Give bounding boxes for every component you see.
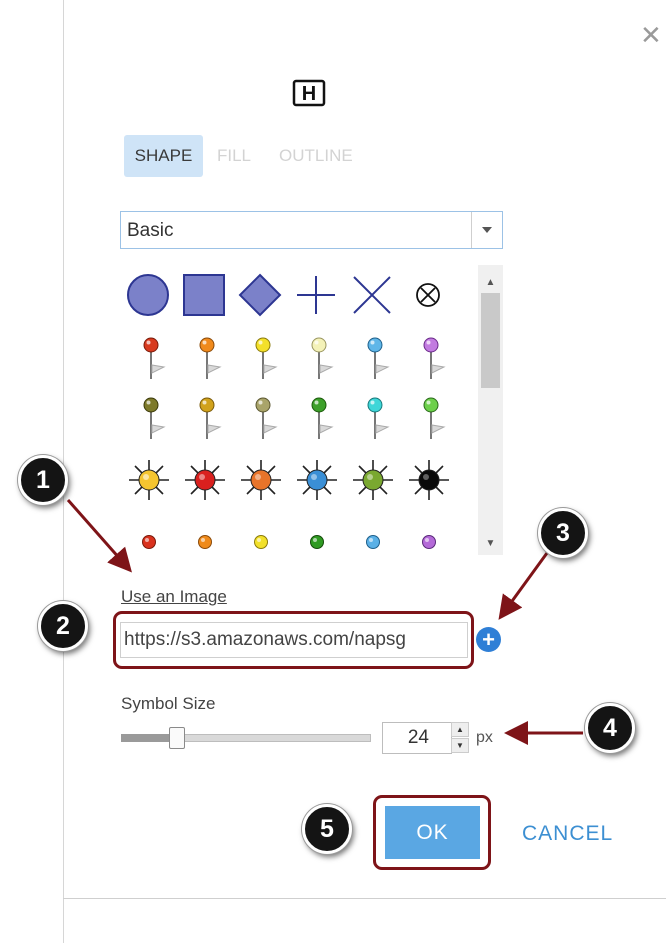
scroll-up-icon[interactable]: ▲	[478, 272, 503, 292]
callout-2: 2	[38, 601, 88, 651]
add-image-icon[interactable]: +	[476, 627, 501, 652]
spin-down-icon[interactable]: ▼	[451, 738, 469, 753]
orange-pushpin-symbol[interactable]	[182, 333, 232, 383]
size-number-input[interactable]	[382, 722, 452, 754]
tab-outline[interactable]: OUTLINE	[265, 135, 367, 177]
callout-1: 1	[18, 455, 68, 505]
red-pushpin-symbol[interactable]	[126, 333, 176, 383]
category-selected-value: Basic	[127, 220, 174, 241]
green-dot-symbol[interactable]	[292, 517, 342, 555]
light-yellow-pushpin-symbol[interactable]	[294, 333, 344, 383]
footer-divider	[63, 898, 666, 899]
size-unit-label: px	[476, 729, 493, 746]
square-symbol[interactable]	[179, 270, 229, 320]
circle-symbol[interactable]	[123, 270, 173, 320]
diamond-symbol[interactable]	[235, 270, 285, 320]
cyan-pushpin-symbol[interactable]	[350, 393, 400, 443]
image-url-input[interactable]	[120, 622, 468, 658]
green-pushpin-symbol[interactable]	[294, 393, 344, 443]
symbol-tabs: SHAPE FILL OUTLINE	[124, 135, 367, 177]
close-icon[interactable]: ✕	[640, 22, 662, 48]
blue-sun-symbol[interactable]	[292, 455, 342, 505]
yellow-dot-symbol[interactable]	[236, 517, 286, 555]
callout-4: 4	[585, 703, 635, 753]
callout-5: 5	[302, 804, 352, 854]
gold-pushpin-symbol[interactable]	[182, 393, 232, 443]
red-sun-symbol[interactable]	[180, 455, 230, 505]
plus-symbol[interactable]	[291, 270, 341, 320]
black-sun-symbol[interactable]	[404, 455, 454, 505]
scrollbar-thumb[interactable]	[481, 293, 500, 388]
chevron-down-icon[interactable]	[471, 212, 502, 248]
olive-pushpin-symbol[interactable]	[126, 393, 176, 443]
ok-button[interactable]: OK	[385, 806, 480, 859]
symbol-preview-icon: H	[292, 79, 326, 107]
circle-x-symbol[interactable]	[403, 270, 453, 320]
symbol-grid	[120, 265, 500, 555]
purple-pushpin-symbol[interactable]	[406, 333, 456, 383]
symbol-size-label: Symbol Size	[121, 694, 216, 713]
x-symbol[interactable]	[347, 270, 397, 320]
red-dot-symbol[interactable]	[124, 517, 174, 555]
use-image-label[interactable]: Use an Image	[121, 587, 227, 607]
lime-pushpin-symbol[interactable]	[406, 393, 456, 443]
green-sun-symbol[interactable]	[348, 455, 398, 505]
purple-dot-symbol[interactable]	[404, 517, 454, 555]
cancel-button[interactable]: CANCEL	[516, 818, 619, 850]
khaki-pushpin-symbol[interactable]	[238, 393, 288, 443]
blue-dot-symbol[interactable]	[348, 517, 398, 555]
yellow-sun-symbol[interactable]	[124, 455, 174, 505]
scroll-down-icon[interactable]: ▼	[478, 533, 503, 553]
callout-3: 3	[538, 508, 588, 558]
symbol-category-select[interactable]: Basic	[120, 211, 503, 249]
blue-pushpin-symbol[interactable]	[350, 333, 400, 383]
tab-shape[interactable]: SHAPE	[124, 135, 203, 177]
orange-sun-symbol[interactable]	[236, 455, 286, 505]
orange-dot-symbol[interactable]	[180, 517, 230, 555]
spin-up-icon[interactable]: ▲	[451, 722, 469, 737]
yellow-pushpin-symbol[interactable]	[238, 333, 288, 383]
preview-letter: H	[302, 83, 316, 105]
tab-fill[interactable]: FILL	[203, 135, 265, 177]
size-slider-thumb[interactable]	[169, 727, 185, 749]
